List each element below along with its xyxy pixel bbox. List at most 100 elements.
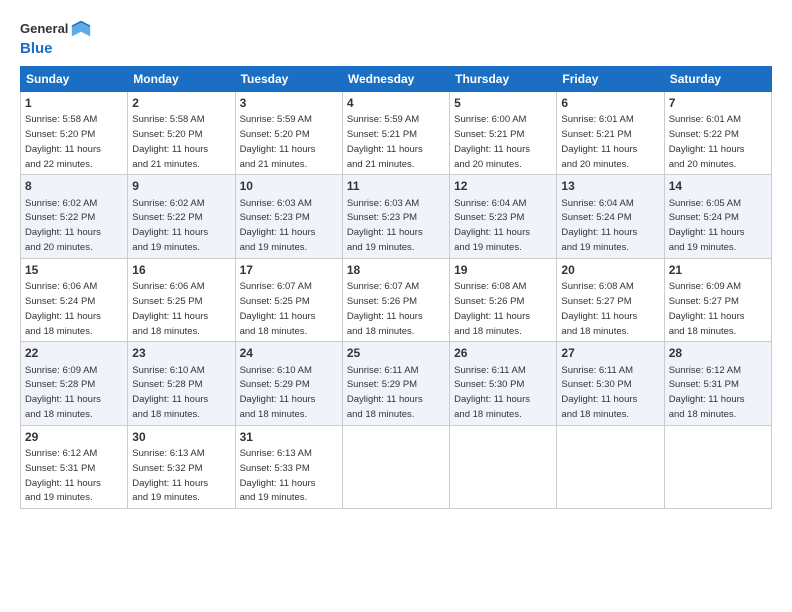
day-info: Sunrise: 5:58 AMSunset: 5:20 PMDaylight:… (25, 114, 101, 169)
day-info: Sunrise: 6:02 AMSunset: 5:22 PMDaylight:… (25, 198, 101, 253)
calendar-day-13: 13Sunrise: 6:04 AMSunset: 5:24 PMDayligh… (557, 175, 664, 258)
calendar-week-row: 29 Sunrise: 6:12 AMSunset: 5:31 PMDayligh… (21, 425, 772, 508)
day-number: 23 (132, 345, 230, 361)
calendar-day-10: 10 Sunrise: 6:03 AMSunset: 5:23 PMDayligh… (235, 175, 342, 258)
calendar-table: SundayMondayTuesdayWednesdayThursdayFrid… (20, 66, 772, 509)
calendar-day-23: 23 Sunrise: 6:10 AMSunset: 5:28 PMDayligh… (128, 342, 235, 425)
day-number: 4 (347, 95, 445, 111)
day-info: Sunrise: 6:00 AMSunset: 5:21 PMDaylight:… (454, 114, 530, 169)
header: General Blue (20, 18, 772, 58)
day-info: Sunrise: 5:58 AMSunset: 5:20 PMDaylight:… (132, 114, 208, 169)
calendar-day-14: 14 Sunrise: 6:05 AMSunset: 5:24 PMDayligh… (664, 175, 771, 258)
day-number: 17 (240, 262, 338, 278)
calendar-header-saturday: Saturday (664, 67, 771, 92)
calendar-day-19: 19 Sunrise: 6:08 AMSunset: 5:26 PMDayligh… (450, 258, 557, 341)
day-info: Sunrise: 5:59 AMSunset: 5:21 PMDaylight:… (347, 114, 423, 169)
day-info: Sunrise: 6:08 AMSunset: 5:27 PMDaylight:… (561, 281, 637, 336)
day-number: 18 (347, 262, 445, 278)
logo-general: General (20, 21, 68, 37)
calendar-empty (664, 425, 771, 508)
calendar-week-row: 15 Sunrise: 6:06 AMSunset: 5:24 PMDayligh… (21, 258, 772, 341)
calendar-day-29: 29 Sunrise: 6:12 AMSunset: 5:31 PMDayligh… (21, 425, 128, 508)
day-number: 19 (454, 262, 552, 278)
calendar-day-12: 12 Sunrise: 6:04 AMSunset: 5:23 PMDayligh… (450, 175, 557, 258)
day-number: 26 (454, 345, 552, 361)
calendar-day-6: 6Sunrise: 6:01 AMSunset: 5:21 PMDaylight… (557, 92, 664, 175)
calendar-header-monday: Monday (128, 67, 235, 92)
calendar-day-20: 20Sunrise: 6:08 AMSunset: 5:27 PMDayligh… (557, 258, 664, 341)
calendar-empty (342, 425, 449, 508)
day-info: Sunrise: 6:10 AMSunset: 5:28 PMDaylight:… (132, 365, 208, 420)
day-number: 31 (240, 429, 338, 445)
day-info: Sunrise: 6:05 AMSunset: 5:24 PMDaylight:… (669, 198, 745, 253)
day-info: Sunrise: 6:11 AMSunset: 5:30 PMDaylight:… (561, 365, 637, 420)
day-info: Sunrise: 6:13 AMSunset: 5:32 PMDaylight:… (132, 448, 208, 503)
day-info: Sunrise: 6:01 AMSunset: 5:21 PMDaylight:… (561, 114, 637, 169)
calendar-day-11: 11Sunrise: 6:03 AMSunset: 5:23 PMDayligh… (342, 175, 449, 258)
day-number: 5 (454, 95, 552, 111)
day-info: Sunrise: 6:07 AMSunset: 5:26 PMDaylight:… (347, 281, 423, 336)
day-info: Sunrise: 6:09 AMSunset: 5:28 PMDaylight:… (25, 365, 101, 420)
calendar-week-row: 1 Sunrise: 5:58 AMSunset: 5:20 PMDaylight… (21, 92, 772, 175)
day-info: Sunrise: 6:12 AMSunset: 5:31 PMDaylight:… (25, 448, 101, 503)
calendar-day-4: 4 Sunrise: 5:59 AMSunset: 5:21 PMDaylight… (342, 92, 449, 175)
day-number: 25 (347, 345, 445, 361)
day-info: Sunrise: 6:13 AMSunset: 5:33 PMDaylight:… (240, 448, 316, 503)
day-number: 22 (25, 345, 123, 361)
calendar-header-friday: Friday (557, 67, 664, 92)
day-number: 8 (25, 178, 123, 194)
page: General Blue SundayMondayTuesdayWednesda… (0, 0, 792, 519)
day-info: Sunrise: 6:11 AMSunset: 5:30 PMDaylight:… (454, 365, 530, 420)
day-info: Sunrise: 6:01 AMSunset: 5:22 PMDaylight:… (669, 114, 745, 169)
calendar-week-row: 8 Sunrise: 6:02 AMSunset: 5:22 PMDaylight… (21, 175, 772, 258)
calendar-day-18: 18 Sunrise: 6:07 AMSunset: 5:26 PMDayligh… (342, 258, 449, 341)
calendar-day-27: 27 Sunrise: 6:11 AMSunset: 5:30 PMDayligh… (557, 342, 664, 425)
day-info: Sunrise: 6:04 AMSunset: 5:23 PMDaylight:… (454, 198, 530, 253)
day-number: 10 (240, 178, 338, 194)
calendar-week-row: 22 Sunrise: 6:09 AMSunset: 5:28 PMDayligh… (21, 342, 772, 425)
day-number: 1 (25, 95, 123, 111)
day-info: Sunrise: 6:08 AMSunset: 5:26 PMDaylight:… (454, 281, 530, 336)
day-number: 24 (240, 345, 338, 361)
day-number: 3 (240, 95, 338, 111)
day-info: Sunrise: 6:06 AMSunset: 5:24 PMDaylight:… (25, 281, 101, 336)
day-info: Sunrise: 6:06 AMSunset: 5:25 PMDaylight:… (132, 281, 208, 336)
calendar-header-wednesday: Wednesday (342, 67, 449, 92)
day-number: 27 (561, 345, 659, 361)
day-number: 2 (132, 95, 230, 111)
day-number: 29 (25, 429, 123, 445)
calendar-day-2: 2 Sunrise: 5:58 AMSunset: 5:20 PMDaylight… (128, 92, 235, 175)
day-number: 30 (132, 429, 230, 445)
day-info: Sunrise: 6:03 AMSunset: 5:23 PMDaylight:… (347, 198, 423, 253)
calendar-day-21: 21Sunrise: 6:09 AMSunset: 5:27 PMDayligh… (664, 258, 771, 341)
day-info: Sunrise: 6:07 AMSunset: 5:25 PMDaylight:… (240, 281, 316, 336)
day-number: 7 (669, 95, 767, 111)
day-number: 9 (132, 178, 230, 194)
calendar-day-3: 3Sunrise: 5:59 AMSunset: 5:20 PMDaylight… (235, 92, 342, 175)
calendar-day-25: 25Sunrise: 6:11 AMSunset: 5:29 PMDayligh… (342, 342, 449, 425)
calendar-day-26: 26 Sunrise: 6:11 AMSunset: 5:30 PMDayligh… (450, 342, 557, 425)
calendar-day-5: 5 Sunrise: 6:00 AMSunset: 5:21 PMDaylight… (450, 92, 557, 175)
logo: General Blue (20, 18, 92, 58)
calendar-day-24: 24 Sunrise: 6:10 AMSunset: 5:29 PMDayligh… (235, 342, 342, 425)
day-number: 21 (669, 262, 767, 278)
day-info: Sunrise: 6:12 AMSunset: 5:31 PMDaylight:… (669, 365, 745, 420)
calendar-header-row: SundayMondayTuesdayWednesdayThursdayFrid… (21, 67, 772, 92)
calendar-empty (557, 425, 664, 508)
calendar-day-30: 30 Sunrise: 6:13 AMSunset: 5:32 PMDayligh… (128, 425, 235, 508)
calendar-empty (450, 425, 557, 508)
calendar-day-31: 31 Sunrise: 6:13 AMSunset: 5:33 PMDayligh… (235, 425, 342, 508)
day-info: Sunrise: 6:10 AMSunset: 5:29 PMDaylight:… (240, 365, 316, 420)
day-number: 16 (132, 262, 230, 278)
calendar-day-7: 7 Sunrise: 6:01 AMSunset: 5:22 PMDaylight… (664, 92, 771, 175)
day-number: 15 (25, 262, 123, 278)
calendar-header-sunday: Sunday (21, 67, 128, 92)
day-number: 12 (454, 178, 552, 194)
calendar-day-22: 22 Sunrise: 6:09 AMSunset: 5:28 PMDayligh… (21, 342, 128, 425)
day-number: 28 (669, 345, 767, 361)
day-number: 14 (669, 178, 767, 194)
day-info: Sunrise: 6:03 AMSunset: 5:23 PMDaylight:… (240, 198, 316, 253)
logo-icon (70, 18, 92, 40)
calendar-header-thursday: Thursday (450, 67, 557, 92)
calendar-day-1: 1 Sunrise: 5:58 AMSunset: 5:20 PMDaylight… (21, 92, 128, 175)
